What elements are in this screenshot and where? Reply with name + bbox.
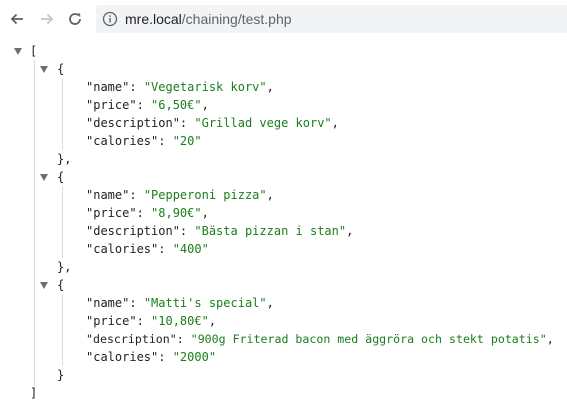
indent-guide bbox=[62, 186, 63, 258]
forward-arrow-icon bbox=[41, 13, 54, 25]
object-close-brace: } bbox=[57, 368, 65, 382]
property-value: "Grillad vege korv" bbox=[194, 116, 332, 130]
forward-button[interactable] bbox=[36, 8, 58, 30]
property-key: "price" bbox=[86, 98, 137, 112]
object-close-brace: }, bbox=[57, 152, 72, 166]
json-property: "description": "Bästa pizzan i stan", bbox=[86, 224, 354, 238]
json-viewer: [ { "name": "Vegetarisk korv", "price": … bbox=[0, 38, 567, 410]
property-value: "8,90€" bbox=[151, 206, 202, 220]
property-key: "calories" bbox=[86, 134, 159, 148]
url-host: mre.local bbox=[125, 11, 182, 27]
property-value: "10,80€" bbox=[151, 314, 209, 328]
indent-guide bbox=[62, 78, 63, 150]
property-key: "description" bbox=[86, 116, 180, 130]
property-value: "Bästa pizzan i stan" bbox=[194, 224, 347, 238]
root-close-bracket: ] bbox=[30, 386, 38, 400]
indent-guide bbox=[62, 294, 63, 366]
json-property: "calories": "400" bbox=[86, 242, 209, 256]
property-key: "name" bbox=[86, 80, 130, 94]
collapse-triangle-icon[interactable] bbox=[14, 48, 22, 55]
info-icon[interactable] bbox=[102, 11, 118, 27]
collapse-triangle-icon[interactable] bbox=[40, 282, 48, 289]
json-property: "name": "Matti's special", bbox=[86, 296, 274, 310]
property-value: "900g Friterad bacon med äggröra och ste… bbox=[190, 332, 547, 346]
json-property: "description": "900g Friterad bacon med … bbox=[86, 332, 554, 346]
browser-toolbar: mre.local/chaining/test.php bbox=[0, 0, 567, 38]
json-property: "description": "Grillad vege korv", bbox=[86, 116, 339, 130]
property-key: "name" bbox=[86, 188, 130, 202]
property-key: "calories" bbox=[86, 350, 159, 364]
json-property: "calories": "20" bbox=[86, 134, 202, 148]
object-open-brace: { bbox=[57, 62, 65, 76]
root-open-bracket: [ bbox=[30, 44, 38, 58]
collapse-triangle-icon[interactable] bbox=[40, 174, 48, 181]
back-button[interactable] bbox=[6, 8, 28, 30]
property-value: "20" bbox=[172, 134, 202, 148]
property-key: "price" bbox=[86, 314, 137, 328]
object-close-brace: }, bbox=[57, 260, 72, 274]
json-property: "price": "8,90€", bbox=[86, 206, 209, 220]
indent-guide bbox=[34, 60, 35, 390]
json-property: "price": "10,80€", bbox=[86, 314, 217, 328]
json-property: "calories": "2000" bbox=[86, 350, 217, 364]
property-key: "name" bbox=[86, 296, 130, 310]
property-value: "400" bbox=[172, 242, 209, 256]
property-key: "price" bbox=[86, 206, 137, 220]
reload-icon bbox=[69, 13, 81, 25]
json-property: "name": "Pepperoni pizza", bbox=[86, 188, 274, 202]
collapse-triangle-icon[interactable] bbox=[40, 66, 48, 73]
url-path: /chaining/test.php bbox=[181, 11, 292, 27]
property-value: "Pepperoni pizza" bbox=[143, 188, 267, 202]
property-value: "2000" bbox=[172, 350, 217, 364]
property-value: "Vegetarisk korv" bbox=[143, 80, 267, 94]
property-key: "calories" bbox=[86, 242, 159, 256]
back-arrow-icon bbox=[10, 13, 23, 25]
property-value: "6,50€" bbox=[151, 98, 202, 112]
url-text: mre.local/chaining/test.php bbox=[125, 11, 292, 27]
json-property: "price": "6,50€", bbox=[86, 98, 209, 112]
property-value: "Matti's special" bbox=[143, 296, 267, 310]
object-open-brace: { bbox=[57, 278, 65, 292]
property-key: "description" bbox=[86, 224, 180, 238]
address-bar[interactable]: mre.local/chaining/test.php bbox=[96, 5, 567, 33]
object-open-brace: { bbox=[57, 170, 65, 184]
reload-button[interactable] bbox=[64, 8, 86, 30]
property-key: "description" bbox=[86, 332, 177, 346]
json-property: "name": "Vegetarisk korv", bbox=[86, 80, 274, 94]
